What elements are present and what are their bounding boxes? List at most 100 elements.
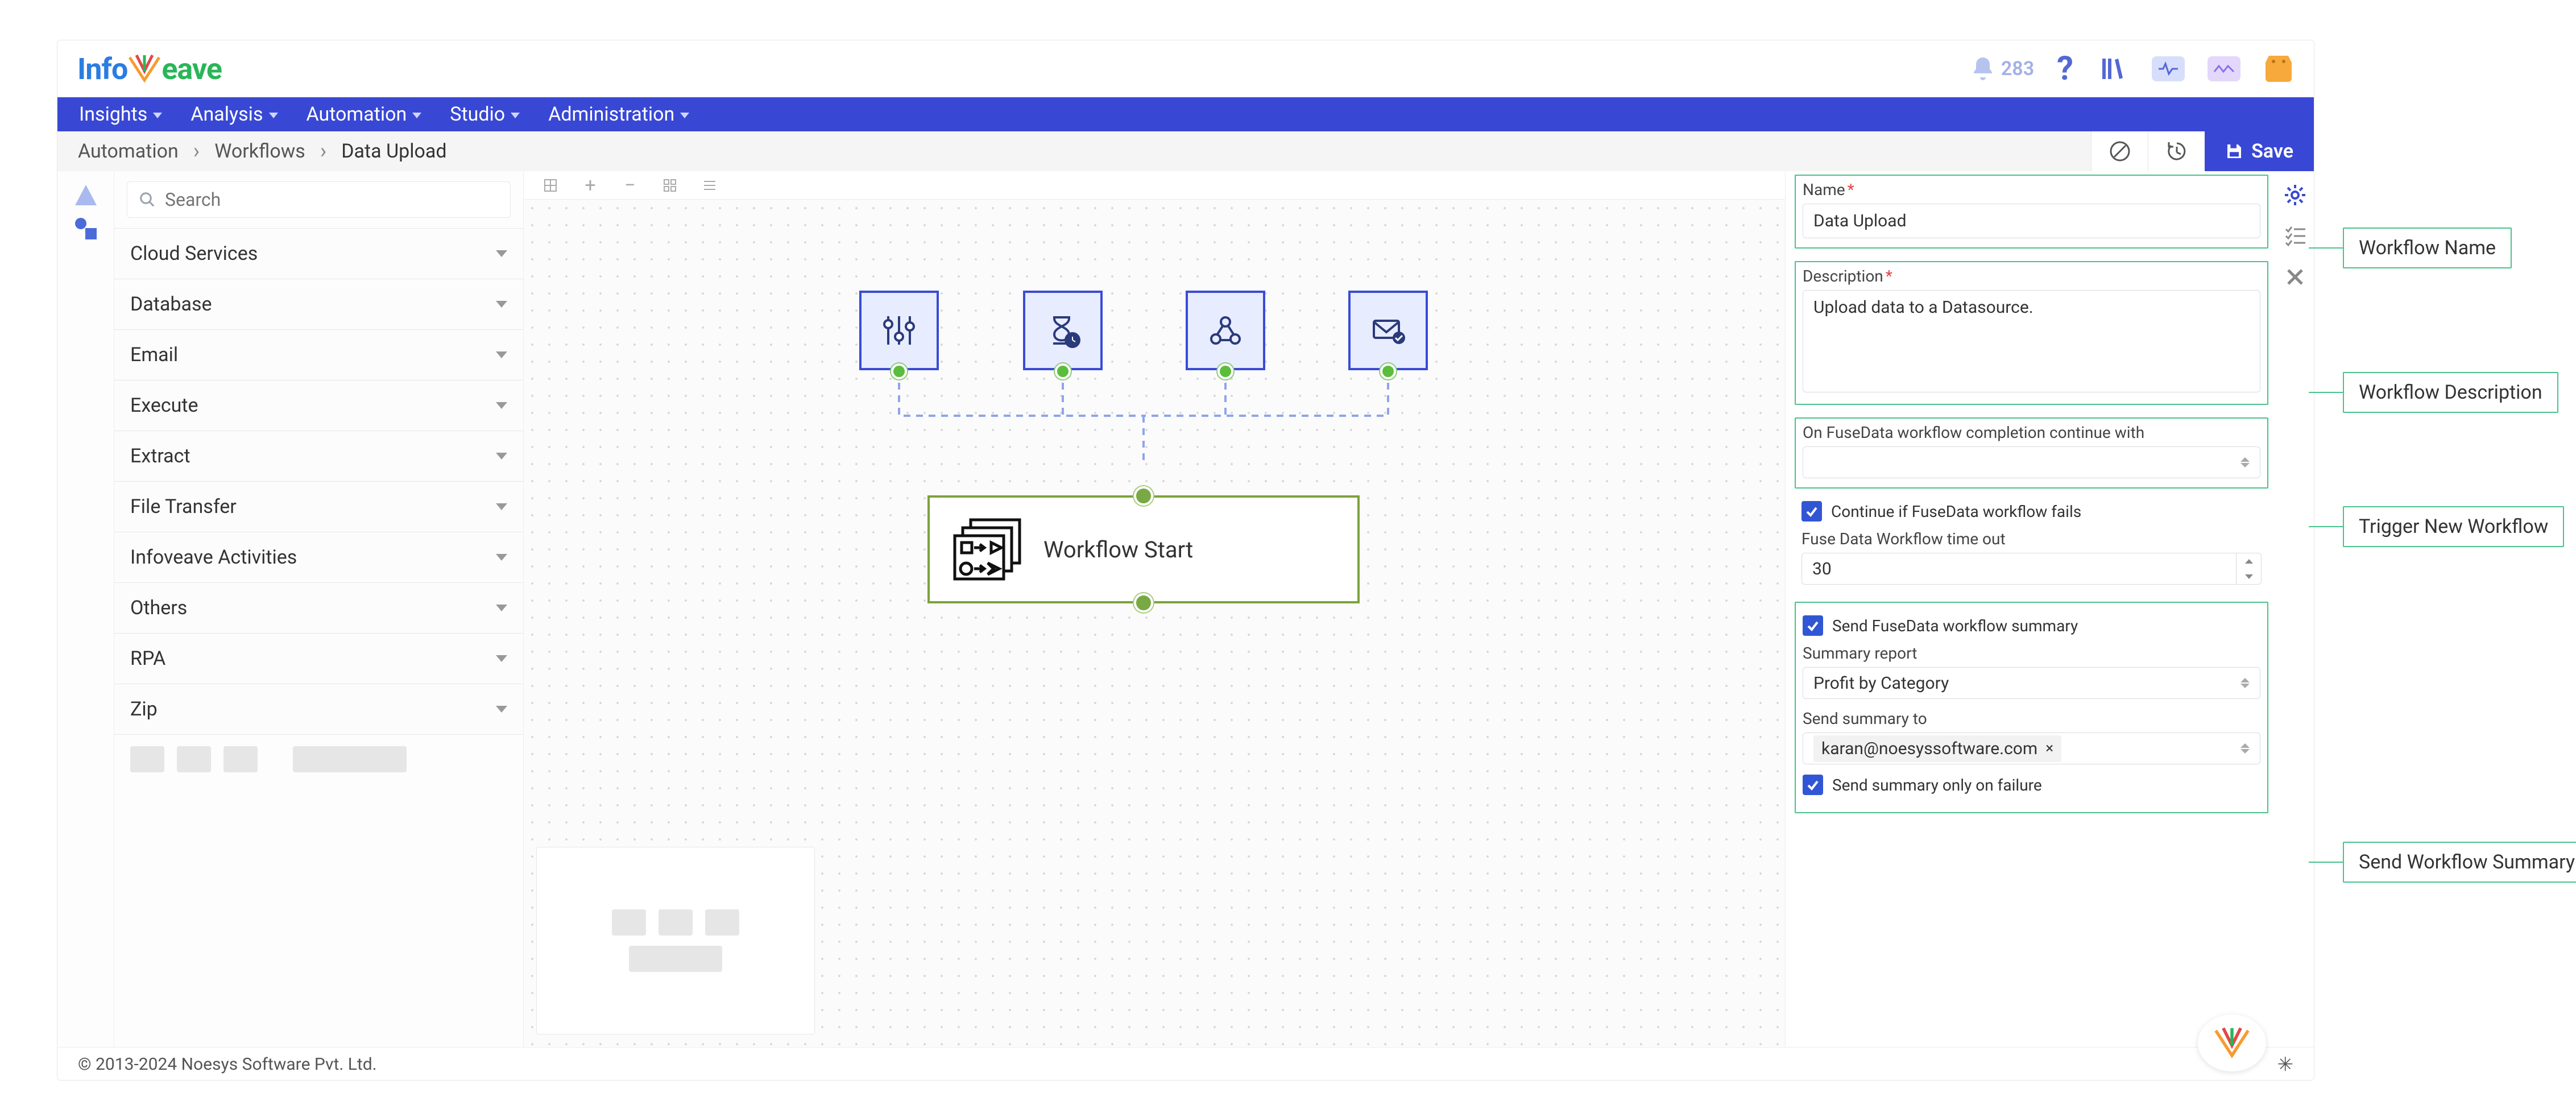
chevron-down-icon xyxy=(269,113,278,118)
alert-tag-button[interactable] xyxy=(2263,53,2294,84)
canvas-toolbar: + − xyxy=(524,171,1785,200)
nav-automation[interactable]: Automation xyxy=(307,103,422,126)
help-button[interactable]: ? xyxy=(2057,49,2073,88)
close-panel-button[interactable] xyxy=(2281,263,2309,291)
sidebar-panel-infoveave activities[interactable]: Infoveave Activities xyxy=(114,532,523,582)
summary-report-label: Summary report xyxy=(1803,644,2260,663)
remove-email-icon[interactable]: × xyxy=(2045,740,2053,757)
library-button[interactable] xyxy=(2096,52,2129,85)
sidebar-panel-database[interactable]: Database xyxy=(114,279,523,329)
callout-workflow-name: Workflow Name xyxy=(2309,227,2512,268)
sidebar-footer-palette xyxy=(114,734,523,789)
checklist-button[interactable] xyxy=(2281,222,2309,250)
sidebar-panel-email[interactable]: Email xyxy=(114,330,523,380)
settings-gear-button[interactable] xyxy=(2281,181,2309,209)
footer-placeholder xyxy=(177,746,211,772)
email-pill[interactable]: karan@noesyssoftware.com× xyxy=(1813,735,2061,762)
workflow-canvas[interactable]: Workflow Start xyxy=(524,200,1785,1047)
checklist-icon xyxy=(2284,225,2306,247)
node-output-port[interactable] xyxy=(1134,593,1153,613)
bug-report-button[interactable]: ✳ xyxy=(2277,1053,2294,1076)
sliders-icon xyxy=(879,311,919,350)
sidebar-panel-rpa[interactable]: RPA xyxy=(114,634,523,684)
list-button[interactable] xyxy=(700,176,719,195)
chevron-down-icon xyxy=(511,113,520,118)
list-icon xyxy=(702,177,718,193)
nav-administration[interactable]: Administration xyxy=(548,103,689,126)
callout-workflow-description: Workflow Description xyxy=(2309,372,2558,413)
zoom-fit-button[interactable] xyxy=(541,176,560,195)
workflow-name-input[interactable] xyxy=(1803,204,2260,238)
workflow-description-input[interactable]: Upload data to a Datasource. xyxy=(1803,290,2260,392)
trend-chip-button[interactable] xyxy=(2208,56,2240,81)
sidebar-search[interactable] xyxy=(127,181,511,218)
sidebar-panel-extract[interactable]: Extract xyxy=(114,431,523,481)
canvas-node-webhook[interactable] xyxy=(1186,291,1265,370)
sidebar-panel-execute[interactable]: Execute xyxy=(114,380,523,431)
chevron-down-icon xyxy=(496,250,507,257)
chevron-down-icon xyxy=(496,706,507,713)
chevron-down-icon xyxy=(680,113,689,118)
send-to-select[interactable]: karan@noesyssoftware.com× xyxy=(1803,733,2260,764)
zoom-icon xyxy=(542,177,558,193)
node-output-port[interactable] xyxy=(891,363,907,379)
nav-insights[interactable]: Insights xyxy=(79,103,162,126)
canvas-node-schedule[interactable] xyxy=(1023,291,1103,370)
logo-weave-icon xyxy=(126,54,163,84)
canvas-area: + − xyxy=(524,171,1785,1047)
summary-on-failure-label: Send summary only on failure xyxy=(1832,776,2042,794)
timeout-stepper[interactable] xyxy=(2237,553,2262,585)
minimap-placeholder xyxy=(705,909,739,936)
grid-icon xyxy=(662,177,678,193)
logo-text-left: Info xyxy=(77,52,127,86)
canvas-node-email[interactable] xyxy=(1348,291,1428,370)
save-icon xyxy=(2225,142,2243,160)
zoom-in-button[interactable]: + xyxy=(581,176,600,195)
zoom-out-button[interactable]: − xyxy=(620,176,640,195)
shape-tool-circle-square[interactable] xyxy=(73,216,99,242)
summary-report-select[interactable]: Profit by Category xyxy=(1803,667,2260,699)
crumb-automation[interactable]: Automation xyxy=(78,140,179,163)
workflow-start-node[interactable]: Workflow Start xyxy=(927,495,1360,603)
sidebar-panel-zip[interactable]: Zip xyxy=(114,684,523,734)
crumb-workflows[interactable]: Workflows xyxy=(214,140,305,163)
continue-if-fails-checkbox[interactable] xyxy=(1801,501,1822,522)
notifications-button[interactable]: 283 xyxy=(1969,55,2034,82)
name-label: Name xyxy=(1803,180,1845,199)
send-summary-checkbox[interactable] xyxy=(1803,615,1823,636)
history-button[interactable] xyxy=(2148,131,2205,171)
grid-button[interactable] xyxy=(660,176,680,195)
summary-on-failure-checkbox[interactable] xyxy=(1803,775,1823,795)
chevron-down-icon xyxy=(496,402,507,409)
footer-logo-badge[interactable] xyxy=(2198,1015,2266,1071)
sidebar-panel-cloud services[interactable]: Cloud Services xyxy=(114,229,523,279)
node-output-port[interactable] xyxy=(1055,363,1071,379)
shape-tool-triangle[interactable] xyxy=(73,183,99,209)
nav-studio[interactable]: Studio xyxy=(450,103,520,126)
main-navbar: Insights Analysis Automation Studio Admi… xyxy=(57,97,2314,131)
chevron-down-icon xyxy=(496,655,507,662)
minimap-panel[interactable] xyxy=(536,847,815,1034)
canvas-node-settings[interactable] xyxy=(859,291,939,370)
node-output-port[interactable] xyxy=(1380,363,1396,379)
sidebar-panel-others[interactable]: Others xyxy=(114,583,523,633)
search-input[interactable] xyxy=(165,189,499,210)
footer: © 2013-2024 Noesys Software Pvt. Ltd. ✳ xyxy=(57,1047,2314,1081)
timeout-input[interactable] xyxy=(1801,553,2237,585)
topbar: Info eave 283 ? xyxy=(57,40,2314,97)
properties-panel: Name* Description* Upload data to a Data… xyxy=(1785,171,2314,1047)
node-input-port[interactable] xyxy=(1134,486,1153,506)
footer-placeholder xyxy=(223,746,258,772)
monitor-chip-button[interactable] xyxy=(2152,56,2185,81)
save-button[interactable]: Save xyxy=(2205,131,2314,171)
app-logo[interactable]: Info eave xyxy=(77,52,222,86)
workflow-start-label: Workflow Start xyxy=(1043,536,1193,563)
bell-icon xyxy=(1969,55,1997,82)
node-output-port[interactable] xyxy=(1217,363,1233,379)
nav-analysis[interactable]: Analysis xyxy=(190,103,278,126)
trigger-workflow-group: On FuseData workflow completion continue… xyxy=(1795,417,2268,489)
timeout-label: Fuse Data Workflow time out xyxy=(1801,529,2262,548)
sidebar-panel-file transfer[interactable]: File Transfer xyxy=(114,482,523,532)
cancel-button[interactable] xyxy=(2091,131,2148,171)
continue-with-select[interactable] xyxy=(1803,446,2260,478)
